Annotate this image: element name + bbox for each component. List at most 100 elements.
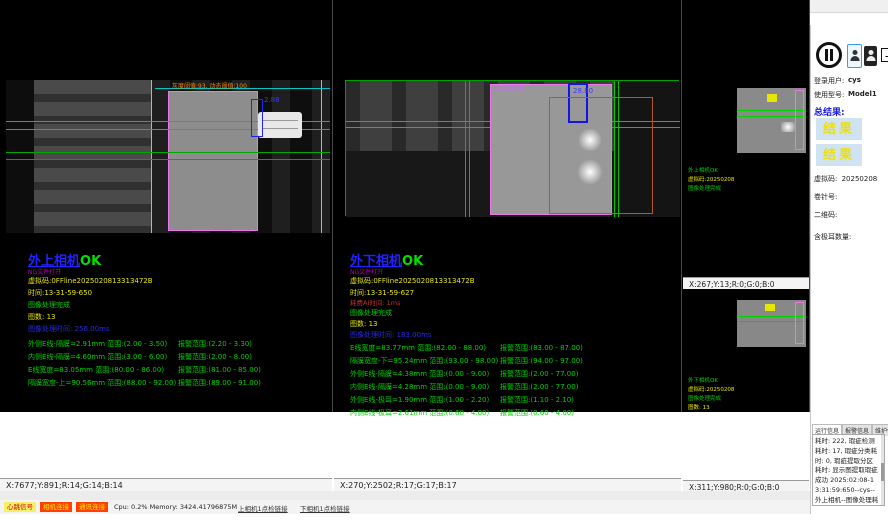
upper-camera-check-link[interactable]: 上相机1点检链接 — [238, 503, 288, 513]
small-camera-image-bottom[interactable] — [737, 300, 806, 347]
glare-spot — [577, 159, 603, 185]
green-measure-line — [6, 159, 330, 160]
measurement-alarm: 报警范围:(2.00 - 77.00) — [500, 383, 578, 391]
measurement-name: E线宽度=83.77mm 范围:(82.00 - 88.00) — [350, 344, 486, 352]
qr-code-label: 二维码: — [814, 210, 837, 220]
cell-region-box — [168, 91, 258, 231]
middle-process-done: 图像处理完成 — [350, 309, 392, 317]
ai-region-label: AI检测区域 — [494, 86, 524, 93]
measurement-alarm: 报警范围:(83.00 - 87.00) — [500, 344, 583, 352]
orange-roi-box — [549, 97, 653, 214]
middle-virtual-code: 虚拟码:0FFline2025020813313472B — [350, 277, 475, 285]
operator-button[interactable] — [864, 46, 877, 66]
result-badge-text: 结果 — [823, 148, 855, 163]
left-camera-ok-status: OK — [80, 254, 101, 269]
cpu-memory-text: Cpu: 0.2% Memory: 3424.41796875M — [114, 503, 237, 511]
middle-time: 时间:13-31-59-627 — [350, 289, 414, 297]
tab-count-label: 含极耳数量: — [814, 232, 851, 242]
green-baseline — [469, 81, 470, 217]
left-virtual-code: 虚拟码:0FFline2025020813313472B — [28, 277, 153, 285]
glare-spot — [577, 129, 603, 151]
view-divider — [681, 0, 682, 412]
measurement-name: 隔膜宽度-上=90.56mm 范围:(88.00 - 92.00) — [28, 379, 176, 387]
measurement-alarm: 报警范围:(81.00 - 85.00) — [178, 366, 261, 374]
left-time: 时间:13-31-59-650 — [28, 289, 92, 297]
model-label: 使用型号: — [814, 90, 844, 100]
middle-process-time: 图像处理时间: 183.00ms — [350, 331, 432, 339]
middle-ng-file-link[interactable]: NG文件打开 — [350, 269, 383, 276]
middle-ai-time: 耗费AI时间: 1ms — [350, 300, 400, 308]
measurement-alarm: 报警范围:(94.00 - 97.00) — [500, 357, 583, 365]
yellow-baseline — [321, 80, 322, 233]
left-process-time: 图像处理时间: 256.00ms — [28, 325, 110, 333]
glare-spot — [781, 122, 795, 132]
run-log-box: 耗时: 222, 瑕疵检测耗时: 17, 瑕疵分类耗时: 0, 瑕疵提取分区耗时… — [812, 434, 885, 506]
middle-coord-text: X:270;Y:2502;R:17;G:17;B:17 — [340, 481, 457, 490]
status-bar: 心跳信号 相机连接 通讯连接 Cpu: 0.2% Memory: 3424.41… — [0, 500, 810, 514]
heartbeat-status-badge: 心跳信号 — [4, 502, 36, 512]
exit-button[interactable]: → — [879, 45, 888, 67]
blue-measure-value: 28.80 — [573, 87, 593, 95]
run-log-text: 耗时: 222, 瑕疵检测耗时: 17, 瑕疵分类耗时: 0, 瑕疵提取分区耗时… — [813, 435, 884, 506]
bottom-gap — [0, 491, 810, 500]
middle-camera-title: 外下相机OK — [350, 254, 423, 270]
left-coord-text: X:7677;Y:891;R:14;G:14;B:14 — [6, 481, 123, 490]
yellow-baseline — [151, 80, 152, 233]
virtual-code-label: 虚拟码: — [814, 175, 837, 183]
left-ng-file-link[interactable]: NG文件打开 — [28, 269, 61, 276]
virtual-code-value: 20250208 — [842, 175, 878, 183]
middle-camera-name: 外下相机 — [350, 254, 402, 269]
camera-connect-badge: 相机连接 — [40, 502, 72, 512]
green-measure-line — [6, 152, 330, 153]
measurement-alarm: 报警范围:(2.00 - 77.00) — [500, 370, 578, 378]
left-camera-title: 外上相机OK — [28, 254, 101, 270]
measurement-alarm: 报警范围:(2.00 - 8.00) — [178, 353, 252, 361]
pause-icon — [825, 49, 828, 61]
user-icon — [850, 50, 859, 61]
virtual-code-row: 虚拟码: 20250208 — [814, 174, 877, 184]
login-user-value: cys — [848, 76, 861, 84]
left-image-count: 图数: 13 — [28, 313, 56, 321]
user-icon — [866, 50, 875, 61]
login-user-button[interactable] — [847, 44, 862, 68]
threshold-overlay-label: 灰度阈值:93, 动态阈值:100 — [172, 83, 247, 90]
measurement-name: 外侧E线-极耳=1.90mm 范围:(1.00 - 2.20) — [350, 396, 489, 404]
mini-status-line: 虚拟码:20250208 — [688, 177, 734, 184]
comm-connect-badge: 通讯连接 — [76, 502, 108, 512]
mini-status-line: 图数: 13 — [688, 405, 710, 412]
measurement-name: 外侧E线-隔膜=4.38mm 范围:(0.00 - 9.00) — [350, 370, 489, 378]
model-value: Model1 — [848, 90, 877, 98]
small-camera-image-top[interactable] — [737, 88, 806, 153]
mini-status-line: 外上相机OK — [688, 168, 718, 175]
yellow-overlay-mark — [767, 94, 777, 102]
log-scrollbar[interactable] — [881, 435, 884, 506]
left-process-done: 图像处理完成 — [28, 301, 70, 309]
total-result-label: 总结果: — [814, 105, 845, 118]
measurement-name: 隔膜宽度-下=95.24mm 范围:(93.00 - 98.00) — [350, 357, 498, 365]
left-camera-image[interactable]: 灰度阈值:93, 动态阈值:100 2.88 — [6, 80, 330, 233]
app-window: CYS-视觉检测系统 系统配置 相机配置 通讯配置 IO卡配置 ▼ 光源控制配置… — [0, 0, 888, 522]
blue-detect-box — [251, 99, 263, 137]
result-badge-bottom: 结果 — [816, 144, 862, 166]
pause-button[interactable] — [816, 42, 842, 68]
result-badge-text: 结果 — [823, 122, 855, 137]
mini-status-line: 虚拟码:20250208 — [688, 387, 734, 394]
mini-status-line: 图像处理完成 — [688, 186, 721, 193]
left-coord-bar: X:7677;Y:891;R:14;G:14;B:14 — [0, 478, 332, 491]
tab-connector-blob — [258, 112, 302, 138]
view-divider — [332, 0, 333, 412]
pin-number-label: 卷针号: — [814, 192, 837, 202]
blue-measure-value: 2.88 — [264, 96, 280, 104]
middle-camera-image[interactable]: AI检测区域 28.80 — [345, 80, 679, 216]
mini-status-line: 外下相机OK — [688, 378, 718, 385]
measurement-alarm: 报警范围:(0.60 - 4.00) — [500, 409, 574, 417]
measurement-alarm: 报警范围:(2.20 - 3.30) — [178, 340, 252, 348]
mini-status-line: 图像处理完成 — [688, 396, 721, 403]
result-badge-top: 结果 — [816, 118, 862, 140]
yellow-overlay-mark — [765, 304, 775, 311]
measurement-name: E线宽度=83.05mm 范围:(80.00 - 86.00) — [28, 366, 164, 374]
lower-camera-check-link[interactable]: 下相机1点检链接 — [300, 503, 350, 513]
middle-coord-bar: X:270;Y:2502;R:17;G:17;B:17 — [334, 478, 681, 491]
small-top-coord-text: X:267;Y:13;R:0;G:0;B:0 — [689, 280, 775, 289]
measurement-name: 内侧E线-极耳=2.61mm 范围:(0.60 - 4.00) — [350, 409, 489, 417]
